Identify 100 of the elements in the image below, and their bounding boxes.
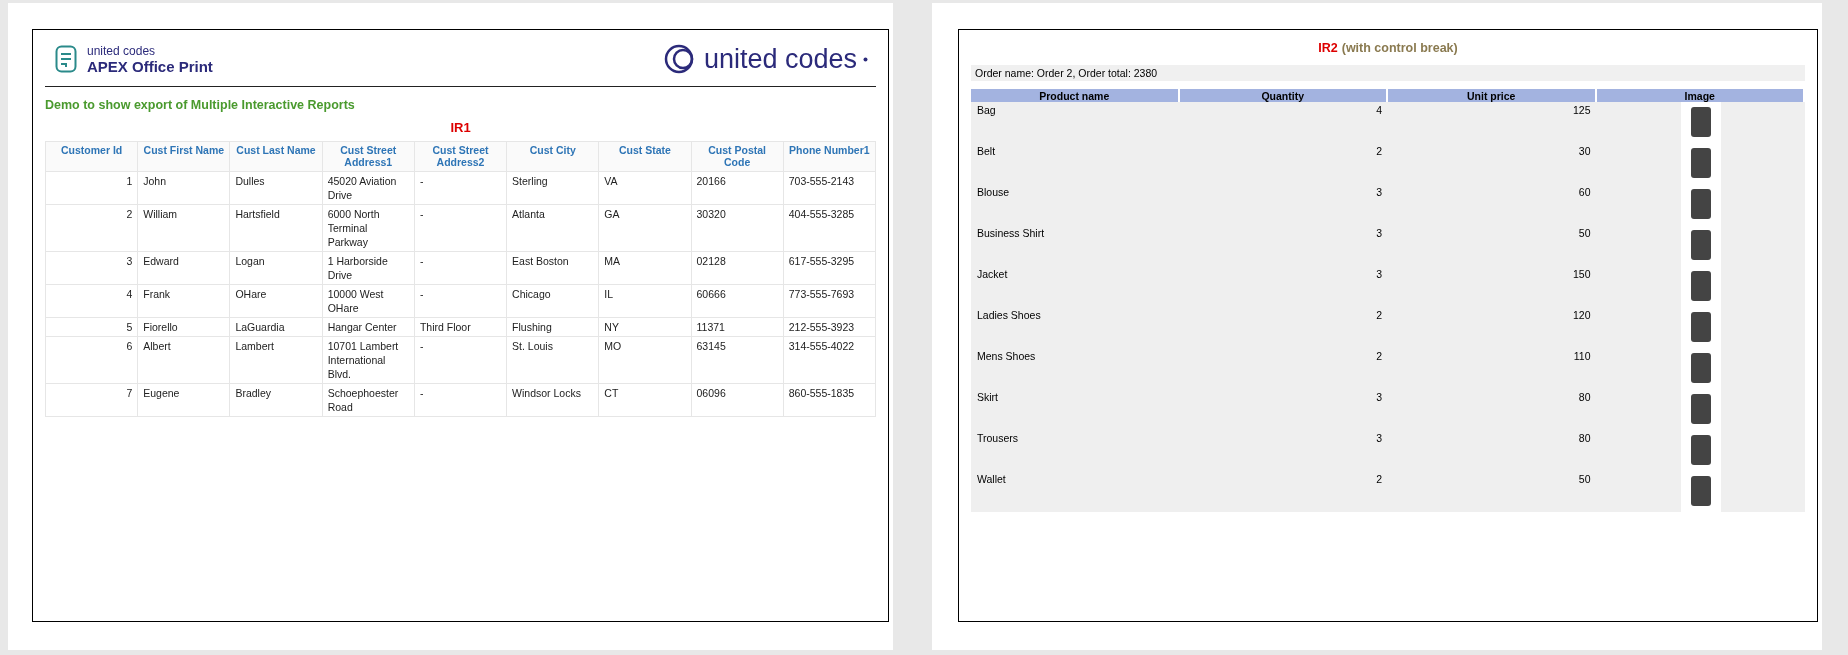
table-cell: MA bbox=[598, 251, 692, 285]
report-title: IR2 bbox=[1318, 41, 1338, 55]
table-cell: Atlanta bbox=[506, 204, 599, 252]
table-cell: Trousers bbox=[971, 430, 1180, 471]
table-cell: Frank bbox=[137, 284, 230, 318]
column-header: Cust Postal Code bbox=[691, 141, 784, 172]
table-cell: 10000 West OHare bbox=[322, 284, 415, 318]
table-cell: 125 bbox=[1388, 102, 1597, 143]
column-header: Product name bbox=[971, 89, 1180, 102]
table-cell: 50 bbox=[1388, 225, 1597, 266]
table-cell: Sterling bbox=[506, 171, 599, 205]
table-cell: MO bbox=[598, 336, 692, 384]
table-cell: 2 bbox=[1179, 307, 1388, 348]
table-cell: Logan bbox=[229, 251, 323, 285]
report-subtitle: (with control break) bbox=[1341, 41, 1458, 55]
dot-icon bbox=[863, 56, 868, 62]
table-cell: St. Louis bbox=[506, 336, 599, 384]
table-cell: 2 bbox=[45, 204, 138, 252]
table-cell: Third Floor bbox=[414, 317, 507, 337]
table-cell: 2 bbox=[1179, 143, 1388, 184]
table-cell: William bbox=[137, 204, 230, 252]
table-cell: Albert bbox=[137, 336, 230, 384]
table-cell: 773-555-7693 bbox=[783, 284, 876, 318]
table-cell: 11371 bbox=[691, 317, 784, 337]
table-cell: - bbox=[414, 251, 507, 285]
table-cell: 3 bbox=[1179, 266, 1388, 307]
table-cell: Mens Shoes bbox=[971, 348, 1180, 389]
table-cell: 4 bbox=[45, 284, 138, 318]
table-cell: Wallet bbox=[971, 471, 1180, 512]
table-cell: Schoephoester Road bbox=[322, 383, 415, 417]
table-cell: 60666 bbox=[691, 284, 784, 318]
table-cell: 45020 Aviation Drive bbox=[322, 171, 415, 205]
table-cell: 5 bbox=[45, 317, 138, 337]
table-cell: 02128 bbox=[691, 251, 784, 285]
table-cell: 3 bbox=[45, 251, 138, 285]
table-cell: John bbox=[137, 171, 230, 205]
table-cell: 4 bbox=[1179, 102, 1388, 143]
table-cell: 617-555-3295 bbox=[783, 251, 876, 285]
table-cell: 63145 bbox=[691, 336, 784, 384]
table-cell: - bbox=[414, 204, 507, 252]
table-cell: 860-555-1835 bbox=[783, 383, 876, 417]
table-cell: East Boston bbox=[506, 251, 599, 285]
table-cell: 150 bbox=[1388, 266, 1597, 307]
table-cell: Fiorello bbox=[137, 317, 230, 337]
table-cell: 80 bbox=[1388, 389, 1597, 430]
table-cell: Skirt bbox=[971, 389, 1180, 430]
column-header: Unit price bbox=[1388, 89, 1597, 102]
column-header: Customer Id bbox=[45, 141, 138, 172]
table-cell: 30 bbox=[1388, 143, 1597, 184]
photo-placeholder bbox=[1680, 102, 1721, 143]
column-header: Cust Last Name bbox=[229, 141, 323, 172]
table-cell: Bradley bbox=[229, 383, 323, 417]
table-cell: Chicago bbox=[506, 284, 599, 318]
table-cell: VA bbox=[598, 171, 692, 205]
table-cell: 80 bbox=[1388, 430, 1597, 471]
table-cell: OHare bbox=[229, 284, 323, 318]
table-cell: LaGuardia bbox=[229, 317, 323, 337]
table-cell: 3 bbox=[1179, 225, 1388, 266]
table-cell: Blouse bbox=[971, 184, 1180, 225]
product-name: APEX Office Print bbox=[87, 57, 213, 75]
table-cell: - bbox=[414, 383, 507, 417]
report-title: IR1 bbox=[449, 120, 472, 135]
table-cell: IL bbox=[598, 284, 692, 318]
table-cell: Eugene bbox=[137, 383, 230, 417]
table-cell: 1 bbox=[45, 171, 138, 205]
table-cell: 30320 bbox=[691, 204, 784, 252]
column-header: Cust Street Address1 bbox=[322, 141, 415, 172]
table-cell: 06096 bbox=[691, 383, 784, 417]
table-cell: 50 bbox=[1388, 471, 1597, 512]
column-header: Cust Street Address2 bbox=[414, 141, 507, 172]
column-header: Cust First Name bbox=[137, 141, 230, 172]
table-cell: 404-555-3285 bbox=[783, 204, 876, 252]
table-cell: 6 bbox=[45, 336, 138, 384]
table-cell: 60 bbox=[1388, 184, 1597, 225]
table-cell: 120 bbox=[1388, 307, 1597, 348]
table-cell: - bbox=[414, 284, 507, 318]
table-cell: 3 bbox=[1179, 389, 1388, 430]
table-cell: 2 bbox=[1179, 348, 1388, 389]
table-cell: Hangar Center bbox=[322, 317, 415, 337]
table-cell: 20166 bbox=[691, 171, 784, 205]
table-cell: Hartsfield bbox=[229, 204, 323, 252]
table-cell: Belt bbox=[971, 143, 1180, 184]
table-cell: - bbox=[414, 171, 507, 205]
table-cell: 3 bbox=[1179, 430, 1388, 471]
table-cell: Ladies Shoes bbox=[971, 307, 1180, 348]
company-name: united codes bbox=[703, 43, 857, 75]
table-cell: - bbox=[414, 336, 507, 384]
column-header: Cust State bbox=[598, 141, 692, 172]
table-cell: Jacket bbox=[971, 266, 1180, 307]
table-cell: Business Shirt bbox=[971, 225, 1180, 266]
table-cell: NY bbox=[598, 317, 692, 337]
table-cell: 2 bbox=[1179, 471, 1388, 512]
table-cell: 212-555-3923 bbox=[783, 317, 876, 337]
table-cell: 314-555-4022 bbox=[783, 336, 876, 384]
table-cell: Windsor Locks bbox=[506, 383, 599, 417]
column-header: Image bbox=[1596, 89, 1805, 102]
table-cell: 110 bbox=[1388, 348, 1597, 389]
table-cell: Dulles bbox=[229, 171, 323, 205]
column-header: Quantity bbox=[1179, 89, 1388, 102]
table-cell: Lambert bbox=[229, 336, 323, 384]
